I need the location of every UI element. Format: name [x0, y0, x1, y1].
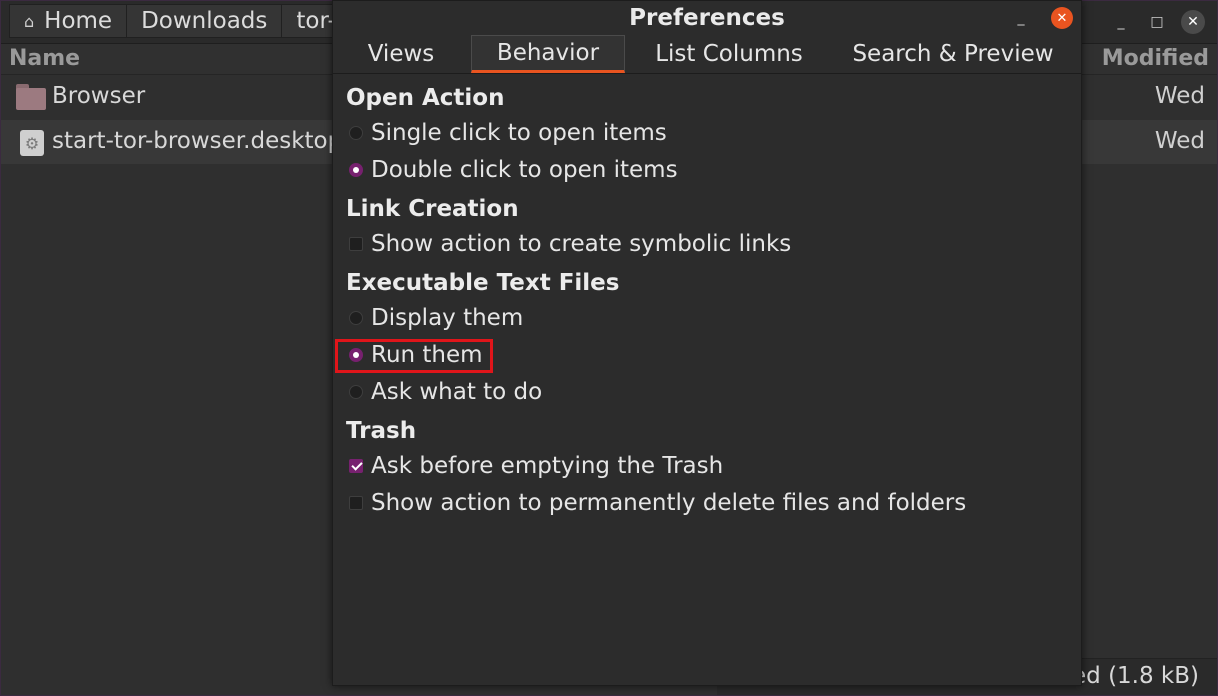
highlight-box — [335, 339, 493, 373]
checkbox-ask-before-emptying[interactable]: Ask before emptying the Trash — [349, 451, 723, 481]
radio-label: Display them — [371, 305, 524, 331]
folder-icon — [16, 84, 46, 110]
tab-views[interactable]: Views — [341, 35, 461, 73]
file-modified: Wed — [1154, 83, 1205, 109]
section-link-creation: Link Creation — [346, 196, 519, 222]
tab-list-columns[interactable]: List Columns — [635, 35, 823, 73]
radio-button[interactable] — [349, 163, 363, 177]
column-modified-header[interactable]: Modified — [1102, 46, 1209, 71]
file-name: start-tor-browser.desktop — [52, 128, 343, 154]
desktop-file-icon: ⚙ — [20, 130, 44, 156]
checkbox-permanently-delete[interactable]: Show action to permanently delete files … — [349, 488, 966, 518]
radio-button[interactable] — [349, 311, 363, 325]
breadcrumb-home[interactable]: ⌂ Home — [9, 4, 128, 38]
checkbox-label: Show action to create symbolic links — [371, 231, 792, 257]
home-icon: ⌂ — [24, 11, 35, 31]
breadcrumb-downloads[interactable]: Downloads — [126, 4, 283, 38]
status-text: ted (1.8 kB) — [1062, 663, 1199, 689]
radio-ask-what-to-do[interactable]: Ask what to do — [349, 377, 542, 407]
maximize-icon[interactable]: □ — [1139, 10, 1175, 34]
breadcrumb-home-label: Home — [44, 8, 113, 34]
minimize-icon[interactable]: _ — [1009, 7, 1033, 29]
radio-label: Double click to open items — [371, 157, 678, 183]
checkbox[interactable] — [349, 496, 363, 510]
dialog-title: Preferences — [629, 5, 785, 31]
radio-label: Single click to open items — [371, 120, 667, 146]
breadcrumb-tor-label: tor- — [296, 8, 336, 34]
radio-display-them[interactable]: Display them — [349, 303, 523, 333]
radio-single-click[interactable]: Single click to open items — [349, 118, 667, 148]
checkbox-label: Show action to permanently delete files … — [371, 490, 967, 516]
section-executable-text-files: Executable Text Files — [346, 270, 620, 296]
file-modified: Wed — [1154, 128, 1205, 154]
minimize-icon[interactable]: _ — [1103, 10, 1139, 34]
radio-button[interactable] — [349, 385, 363, 399]
breadcrumb-downloads-label: Downloads — [141, 8, 268, 34]
window-controls: _ □ ✕ — [1103, 10, 1205, 34]
close-icon[interactable]: ✕ — [1051, 7, 1073, 29]
close-icon[interactable]: ✕ — [1181, 10, 1205, 34]
radio-double-click[interactable]: Double click to open items — [349, 155, 678, 185]
section-trash: Trash — [346, 418, 417, 444]
tab-behavior[interactable]: Behavior — [471, 35, 625, 73]
checkbox-label: Ask before emptying the Trash — [371, 453, 724, 479]
tab-bar: Views Behavior List Columns Search & Pre… — [333, 35, 1081, 74]
column-name-header[interactable]: Name — [9, 46, 80, 71]
radio-button[interactable] — [349, 126, 363, 140]
tab-search-preview[interactable]: Search & Preview — [833, 35, 1073, 73]
section-open-action: Open Action — [346, 85, 505, 111]
checkbox-symbolic-links[interactable]: Show action to create symbolic links — [349, 229, 791, 259]
checkbox[interactable] — [349, 459, 363, 473]
file-name: Browser — [52, 83, 146, 109]
preferences-dialog: Preferences _ ✕ Views Behavior List Colu… — [332, 0, 1082, 686]
checkbox[interactable] — [349, 237, 363, 251]
breadcrumb: ⌂ Home Downloads tor- — [9, 4, 351, 38]
radio-label: Ask what to do — [371, 379, 543, 405]
